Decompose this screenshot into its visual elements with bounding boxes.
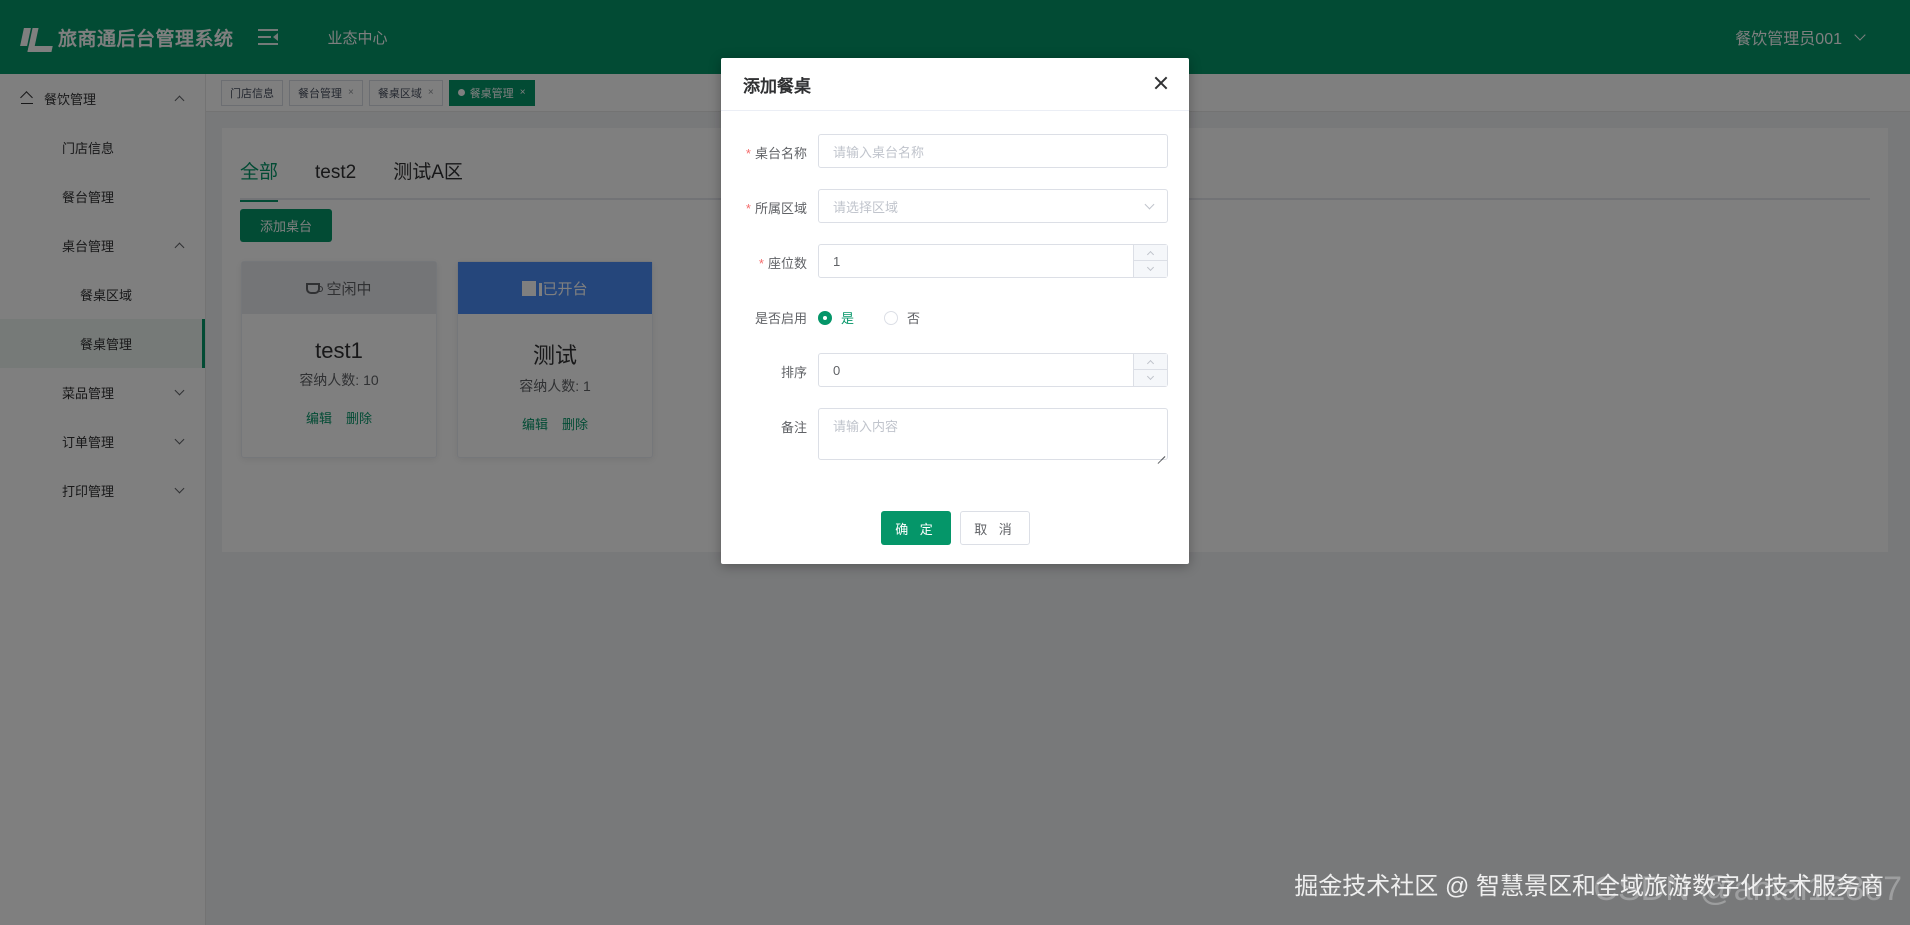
area-select[interactable]: 请选择区域 — [818, 189, 1168, 223]
dialog-title: 添加餐桌 — [743, 76, 811, 96]
radio-yes[interactable]: 是 — [818, 308, 854, 327]
field-label: 排序 — [780, 365, 807, 380]
resize-handle-icon[interactable] — [1157, 449, 1165, 457]
dialog-header: 添加餐桌 — [721, 58, 1189, 111]
field-label: 是否启用 — [754, 311, 807, 326]
field-label: 备注 — [780, 420, 807, 435]
sort-stepper[interactable]: 0 — [818, 353, 1168, 387]
close-icon[interactable] — [1153, 75, 1169, 91]
confirm-button[interactable]: 确 定 — [881, 511, 951, 545]
increment-icon[interactable] — [1134, 354, 1167, 370]
radio-no[interactable]: 否 — [884, 308, 920, 327]
field-label: * 所属区域 — [745, 201, 807, 216]
stepper-controls — [1133, 354, 1167, 386]
radio-checked-icon — [818, 310, 832, 325]
decrement-icon[interactable] — [1134, 370, 1167, 386]
remark-textarea[interactable]: 请输入内容 — [818, 408, 1168, 460]
sort-value: 0 — [833, 362, 841, 378]
watermark: 掘金技术社区 @ 智慧景区和全域旅游数字化技术服务商 — [1294, 873, 1884, 900]
increment-icon[interactable] — [1134, 245, 1167, 261]
chevron-down-icon — [1144, 199, 1155, 210]
stepper-controls — [1133, 245, 1167, 277]
seats-stepper[interactable]: 1 — [818, 244, 1168, 278]
field-label: * 桌台名称 — [745, 146, 807, 161]
table-name-input[interactable]: 请输入桌台名称 — [818, 134, 1168, 168]
decrement-icon[interactable] — [1134, 261, 1167, 277]
add-table-dialog: 添加餐桌 * 桌台名称 请输入桌台名称 * 所属区域 请选择区域 * 座位数 1 是否… — [721, 58, 1189, 564]
field-label: * 座位数 — [758, 256, 807, 271]
radio-unchecked-icon — [884, 310, 899, 325]
seats-value: 1 — [833, 253, 841, 269]
cancel-button[interactable]: 取 消 — [960, 511, 1030, 545]
enabled-radio-group: 是 否 — [818, 308, 950, 327]
